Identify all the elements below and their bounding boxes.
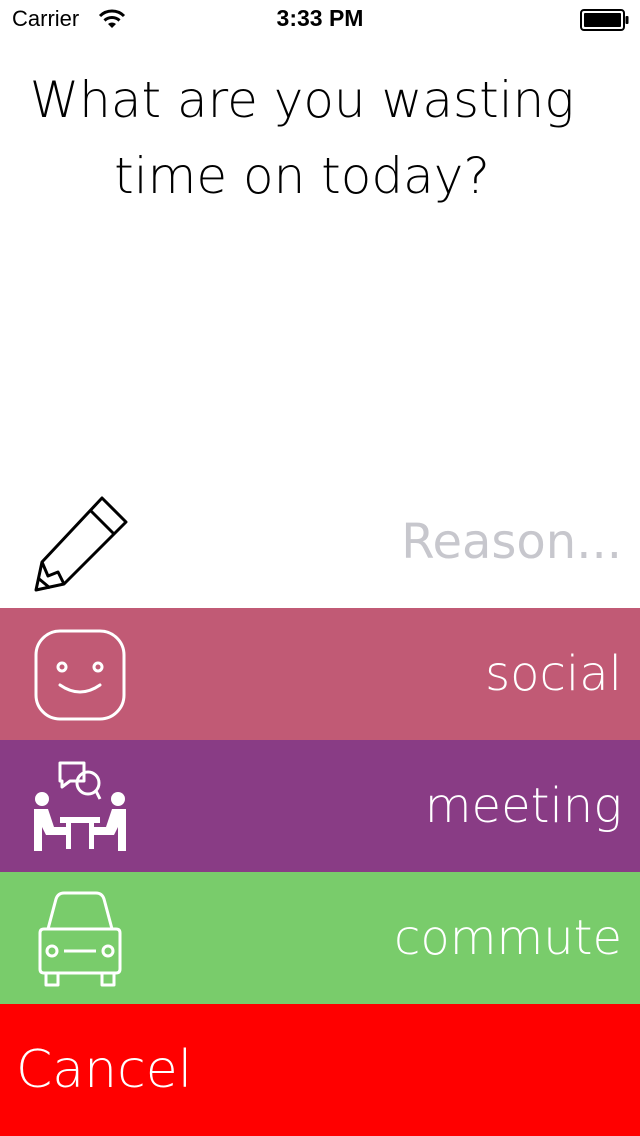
battery-icon (580, 9, 629, 31)
page-title: What are you wasting time on today? (0, 62, 604, 214)
reason-row (0, 488, 640, 608)
cancel-button[interactable]: Cancel (0, 1004, 640, 1136)
title-line-1: What are you wasting (29, 71, 575, 129)
category-meeting-label: meeting (424, 778, 622, 834)
smiley-icon (34, 629, 126, 721)
status-bar: Carrier 3:33 PM (0, 0, 640, 40)
title-line-2: time on today? (114, 147, 490, 205)
category-social-label: social (485, 646, 622, 702)
cancel-label: Cancel (16, 1040, 193, 1100)
category-commute-label: commute (393, 910, 622, 966)
category-commute[interactable]: commute (0, 872, 640, 1004)
pencil-icon (34, 496, 128, 592)
status-time: 3:33 PM (276, 5, 364, 31)
category-meeting[interactable]: meeting (0, 740, 640, 872)
category-social[interactable]: social (0, 608, 640, 740)
meeting-icon (34, 761, 126, 851)
reason-input[interactable] (182, 512, 622, 572)
car-icon (38, 891, 122, 987)
